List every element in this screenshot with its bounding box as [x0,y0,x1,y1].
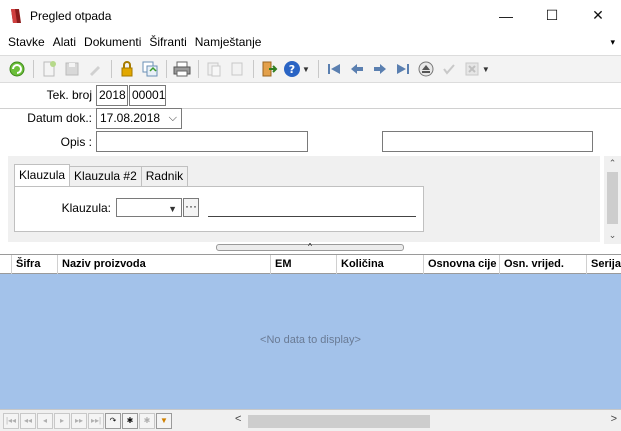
tab-klauzula-2[interactable]: Klauzula #2 [69,166,142,186]
opis-secondary-field[interactable] [382,131,593,152]
svg-text:?: ? [289,63,295,76]
grid-navigator: |◂◂ ◂◂ ◂ ▸ ▸▸ ▸▸| ↷ ✱ ✱ ▼ < > [0,409,621,431]
dropdown-arrow-icon[interactable]: ▼ [168,200,177,219]
tab-content: Klauzula: ▼ ··· [14,186,424,232]
document-form: Tek. broj 2018 00001 Datum dok.: 17.08.2… [0,84,621,244]
toolbar-separator [33,60,34,78]
nav-refresh-icon[interactable]: ↷ [105,412,121,429]
nav-next-icon[interactable]: ▸ [54,412,70,429]
menu-dokumenti[interactable]: Dokumenti [80,31,145,53]
grid-body[interactable]: <No data to display> [0,274,621,409]
panel-splitter[interactable]: ^ [216,242,404,251]
close-button[interactable]: ✕ [575,0,621,31]
last-record-icon[interactable] [392,58,414,80]
klauzula-label: Klauzula: [61,201,111,215]
items-grid: Šifra Naziv proizvoda EM Količina Osnovn… [0,254,621,431]
empty-grid-message: <No data to display> [260,334,361,346]
column-header-osn-vrijednost[interactable]: Osn. vrijed. [500,255,587,274]
toolbar-separator [253,60,254,78]
opis-field[interactable] [96,131,308,152]
nav-insert-icon[interactable]: ✱ [122,412,138,429]
nav-next-page-icon[interactable]: ▸▸ [71,412,87,429]
cancel-dropdown-icon[interactable]: ▼ [482,65,490,74]
nav-last-icon[interactable]: ▸▸| [88,412,104,429]
column-header-sifra[interactable]: Šifra [12,255,58,274]
scroll-left-icon[interactable]: < [235,413,241,425]
datum-value: 17.08.2018 [100,111,161,125]
scroll-right-icon[interactable]: > [611,413,617,425]
tab-panel: Klauzula Klauzula #2 Radnik Klauzula: ▼ … [8,156,600,242]
nav-prev-icon[interactable]: ◂ [37,412,53,429]
menu-alati[interactable]: Alati [49,31,80,53]
help-dropdown-icon[interactable]: ▼ [302,65,310,74]
form-vertical-scrollbar[interactable]: ⌃ ⌄ [604,156,621,244]
toolbar: ? ▼ ▼ [0,55,621,83]
toolbar-separator [198,60,199,78]
column-header-em[interactable]: EM [271,255,337,274]
nav-prev-page-icon[interactable]: ◂◂ [20,412,36,429]
app-icon [11,8,21,23]
export-icon[interactable] [203,58,225,80]
refresh-icon[interactable] [6,58,28,80]
datum-label: Datum dok.: [27,111,92,125]
grid-header: Šifra Naziv proizvoda EM Količina Osnovn… [0,254,621,274]
first-record-icon[interactable] [323,58,345,80]
help-icon[interactable]: ? [281,58,303,80]
scroll-up-icon[interactable]: ⌃ [604,158,621,169]
filter-icon[interactable]: ▼ [156,412,172,429]
klauzula-select[interactable]: ▼ [116,198,182,217]
form-divider [0,108,621,109]
menu-namjestanje[interactable]: Namještanje [191,31,266,53]
minimize-button[interactable]: — [483,0,529,31]
new-document-icon[interactable] [38,58,60,80]
tab-radnik[interactable]: Radnik [140,166,189,186]
copy-icon[interactable] [139,58,161,80]
confirm-icon[interactable] [438,58,460,80]
print-icon[interactable] [171,58,193,80]
opis-label: Opis : [60,135,92,149]
maximize-button[interactable]: ☐ [529,0,575,31]
collapse-up-icon[interactable]: ^ [308,242,312,251]
previous-record-icon[interactable] [346,58,368,80]
nav-first-icon[interactable]: |◂◂ [3,412,19,429]
column-header-kolicina[interactable]: Količina [337,255,424,274]
menu-sifranti[interactable]: Šifranti [145,31,190,53]
nav-append-icon[interactable]: ✱ [139,412,155,429]
column-header-serija[interactable]: Serija [587,255,621,274]
title-bar: Pregled otpada — ☐ ✕ [0,0,621,31]
menu-bar: Stavke Alati Dokumenti Šifranti Namješta… [0,31,621,53]
tek-broj-label: Tek. broj [46,88,92,102]
toolbar-separator [317,60,319,78]
tab-strip: Klauzula Klauzula #2 Radnik [14,164,189,186]
klauzula-browse-button[interactable]: ··· [183,198,199,217]
cancel-icon[interactable] [461,58,483,80]
window-title: Pregled otpada [30,8,112,23]
scroll-down-icon[interactable]: ⌄ [604,230,621,241]
up-icon[interactable] [415,58,437,80]
toolbar-separator [166,60,167,78]
tek-broj-year-field[interactable]: 2018 [96,85,128,106]
tab-klauzula[interactable]: Klauzula [14,164,71,186]
menu-stavke[interactable]: Stavke [0,31,49,53]
column-header-naziv-proizvoda[interactable]: Naziv proizvoda [58,255,271,274]
hscroll-thumb[interactable] [248,415,430,428]
column-header-osnovna-cijena[interactable]: Osnovna cije [424,255,500,274]
exit-icon[interactable] [258,58,280,80]
menu-overflow-icon[interactable]: ▾ [610,37,615,48]
save-icon[interactable] [61,58,83,80]
chevron-down-icon[interactable]: ⌵ [169,109,177,128]
toolbar-separator [111,60,112,78]
next-record-icon[interactable] [369,58,391,80]
scroll-thumb[interactable] [607,172,618,224]
datum-field[interactable]: 17.08.2018 ⌵ [96,108,182,129]
grid-horizontal-scrollbar[interactable]: < > [232,413,621,430]
lock-icon[interactable] [116,58,138,80]
paste-icon[interactable] [226,58,248,80]
row-indicator-header [0,255,12,274]
edit-icon[interactable] [84,58,106,80]
klauzula-description-line [208,216,416,217]
tek-broj-number-field[interactable]: 00001 [129,85,166,106]
